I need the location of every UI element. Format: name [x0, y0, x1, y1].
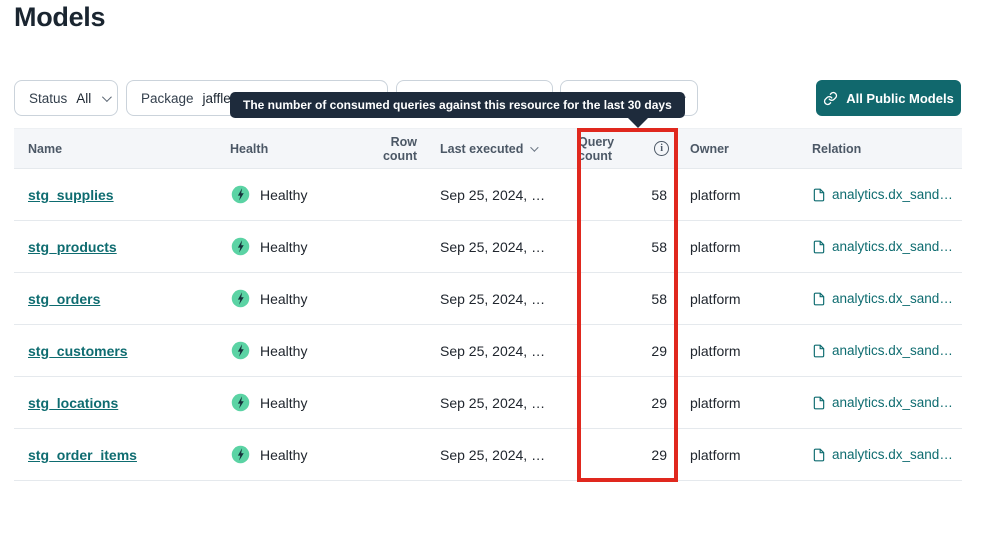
query-count-tooltip: The number of consumed queries against t…	[230, 92, 685, 118]
link-icon	[823, 91, 838, 106]
column-header-row-count: Row count	[363, 135, 427, 163]
query-count-cell: 29	[578, 447, 677, 463]
health-label: Healthy	[260, 395, 307, 411]
owner-cell: platform	[677, 291, 812, 307]
all-public-models-label: All Public Models	[846, 91, 954, 106]
last-executed-header-label: Last executed	[440, 142, 523, 156]
relation-link[interactable]: analytics.dx_sand…	[832, 343, 953, 358]
page-title: Models	[14, 2, 105, 33]
column-header-owner: Owner	[677, 142, 812, 156]
health-bolt-icon	[230, 236, 251, 257]
status-filter-dropdown[interactable]: Status All	[14, 80, 118, 116]
health-bolt-icon	[230, 444, 251, 465]
table-row: stg_order_items Healthy Sep 25, 2024, … …	[14, 429, 962, 481]
owner-cell: platform	[677, 187, 812, 203]
model-link[interactable]: stg_order_items	[28, 447, 137, 463]
health-bolt-icon	[230, 340, 251, 361]
health-label: Healthy	[260, 447, 307, 463]
info-icon[interactable]: i	[654, 141, 669, 156]
document-icon	[812, 396, 826, 410]
all-public-models-button[interactable]: All Public Models	[816, 80, 961, 116]
query-count-header-label: Query count	[578, 135, 649, 163]
document-icon	[812, 240, 826, 254]
relation-link[interactable]: analytics.dx_sand…	[832, 187, 953, 202]
query-count-cell: 58	[578, 187, 677, 203]
models-table: Name Health Row count Last executed Quer…	[14, 128, 962, 481]
document-icon	[812, 292, 826, 306]
last-executed-cell: Sep 25, 2024, …	[427, 187, 578, 203]
status-filter-value: All	[76, 91, 91, 106]
table-header-row: Name Health Row count Last executed Quer…	[14, 128, 962, 169]
owner-cell: platform	[677, 447, 812, 463]
document-icon	[812, 344, 826, 358]
relation-link[interactable]: analytics.dx_sand…	[832, 291, 953, 306]
table-row: stg_orders Healthy Sep 25, 2024, … 58 pl…	[14, 273, 962, 325]
status-filter-label: Status	[29, 91, 67, 106]
model-link[interactable]: stg_locations	[28, 395, 118, 411]
document-icon	[812, 188, 826, 202]
last-executed-cell: Sep 25, 2024, …	[427, 447, 578, 463]
health-bolt-icon	[230, 288, 251, 309]
health-bolt-icon	[230, 392, 251, 413]
health-label: Healthy	[260, 291, 307, 307]
chevron-down-icon	[531, 143, 539, 151]
column-header-health: Health	[230, 142, 363, 156]
chevron-down-icon	[102, 92, 112, 102]
column-header-name: Name	[14, 142, 230, 156]
column-header-relation: Relation	[812, 142, 962, 156]
last-executed-cell: Sep 25, 2024, …	[427, 239, 578, 255]
package-filter-label: Package	[141, 91, 194, 106]
relation-link[interactable]: analytics.dx_sand…	[832, 395, 953, 410]
query-count-cell: 58	[578, 239, 677, 255]
health-label: Healthy	[260, 239, 307, 255]
query-count-cell: 29	[578, 395, 677, 411]
tooltip-caret	[627, 117, 649, 128]
model-link[interactable]: stg_products	[28, 239, 117, 255]
query-count-cell: 58	[578, 291, 677, 307]
table-row: stg_supplies Healthy Sep 25, 2024, … 58 …	[14, 169, 962, 221]
query-count-cell: 29	[578, 343, 677, 359]
document-icon	[812, 448, 826, 462]
last-executed-cell: Sep 25, 2024, …	[427, 343, 578, 359]
last-executed-cell: Sep 25, 2024, …	[427, 291, 578, 307]
relation-link[interactable]: analytics.dx_sand…	[832, 239, 953, 254]
model-link[interactable]: stg_customers	[28, 343, 128, 359]
column-header-last-executed[interactable]: Last executed	[427, 142, 578, 156]
table-row: stg_customers Healthy Sep 25, 2024, … 29…	[14, 325, 962, 377]
table-row: stg_locations Healthy Sep 25, 2024, … 29…	[14, 377, 962, 429]
models-page: Models Status All Package jaffle_ All Pu…	[0, 0, 989, 536]
owner-cell: platform	[677, 239, 812, 255]
health-bolt-icon	[230, 184, 251, 205]
model-link[interactable]: stg_supplies	[28, 187, 114, 203]
owner-cell: platform	[677, 395, 812, 411]
health-label: Healthy	[260, 343, 307, 359]
owner-cell: platform	[677, 343, 812, 359]
health-label: Healthy	[260, 187, 307, 203]
relation-link[interactable]: analytics.dx_sand…	[832, 447, 953, 462]
column-header-query-count: Query count i	[578, 135, 677, 163]
table-row: stg_products Healthy Sep 25, 2024, … 58 …	[14, 221, 962, 273]
model-link[interactable]: stg_orders	[28, 291, 100, 307]
last-executed-cell: Sep 25, 2024, …	[427, 395, 578, 411]
